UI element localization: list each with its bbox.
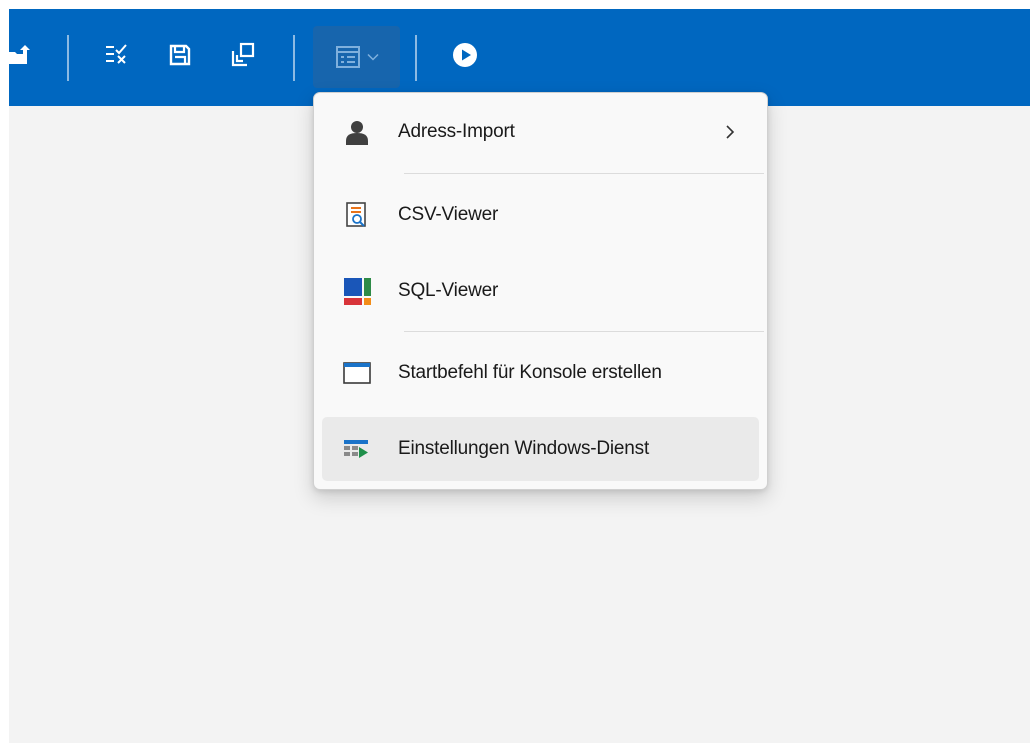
folder-upload-icon [7, 45, 30, 64]
service-settings-icon [342, 434, 372, 464]
sql-tiles-icon [342, 276, 372, 306]
toolbar-separator [293, 35, 295, 81]
checklist-cross-icon [106, 44, 127, 64]
menu-item-einstellungen-windows-dienst[interactable]: Einstellungen Windows-Dienst [322, 417, 759, 481]
person-icon [342, 117, 372, 147]
save-icon [169, 44, 191, 66]
chevron-right-icon [723, 122, 737, 142]
import-folder-button[interactable] [1, 37, 37, 73]
menu-item-adress-import[interactable]: Adress-Import [322, 100, 759, 164]
menu-item-label: SQL-Viewer [398, 280, 499, 301]
menu-item-startbefehl-konsole[interactable]: Startbefehl für Konsole erstellen [322, 341, 759, 405]
menu-item-label: CSV-Viewer [398, 204, 499, 225]
menu-separator [404, 173, 764, 174]
copy-window-button[interactable] [225, 37, 261, 73]
window-list-dropdown-icon [335, 46, 360, 68]
toolbar-separator [415, 35, 417, 81]
tools-menu: Adress-Import CSV-Viewer SQL-Viewer Star… [313, 92, 768, 490]
toolbar-separator [67, 35, 69, 81]
save-button[interactable] [162, 37, 198, 73]
tools-dropdown-button[interactable] [313, 26, 400, 88]
menu-item-sql-viewer[interactable]: SQL-Viewer [322, 259, 759, 323]
csv-document-search-icon [342, 200, 372, 230]
menu-item-label: Adress-Import [398, 121, 515, 142]
validate-button[interactable] [98, 37, 134, 73]
menu-item-csv-viewer[interactable]: CSV-Viewer [322, 183, 759, 247]
run-button[interactable] [447, 37, 483, 73]
menu-separator [404, 331, 764, 332]
play-circle-icon [453, 43, 477, 67]
copy-window-icon [231, 42, 255, 67]
chevron-down-icon [366, 53, 379, 61]
window-icon [342, 358, 372, 388]
menu-item-label: Einstellungen Windows-Dienst [398, 438, 650, 459]
menu-item-label: Startbefehl für Konsole erstellen [398, 362, 662, 383]
